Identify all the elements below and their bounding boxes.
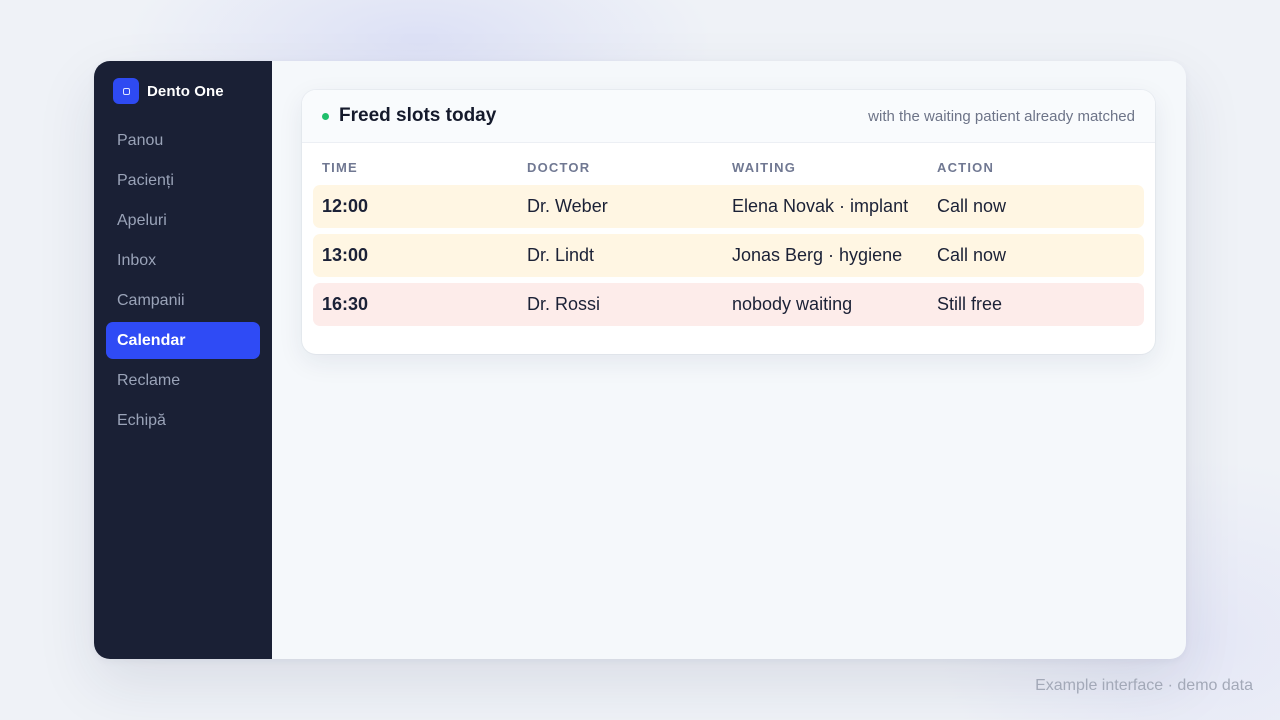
slot-action[interactable]: Still free xyxy=(937,294,1144,315)
slot-doctor: Dr. Rossi xyxy=(527,294,601,314)
slot-waiting: Jonas Berg · hygiene xyxy=(732,245,903,265)
slot-action[interactable]: Call now xyxy=(937,245,1144,266)
slot-doctor: Dr. Lindt xyxy=(527,245,595,265)
status-dot-icon xyxy=(322,112,329,120)
brand-name: Dento One xyxy=(147,82,224,100)
column-header-waiting: WAITING xyxy=(732,159,797,175)
sidebar-item-panou[interactable]: Panou xyxy=(106,122,260,159)
table-row[interactable]: 16:30 Dr. Rossi nobody waiting Still fre… xyxy=(313,283,1144,326)
sidebar-item-apeluri[interactable]: Apeluri xyxy=(106,202,260,239)
slot-waiting: Elena Novak · implant xyxy=(732,196,909,216)
card-subtitle: with the waiting patient already matched xyxy=(868,107,1135,125)
slots-table: TIME DOCTOR WAITING ACTION 12:00 Dr. Web… xyxy=(302,143,1155,354)
freed-slots-card: Freed slots today with the waiting patie… xyxy=(302,90,1155,354)
slot-time: 13:00 xyxy=(322,245,369,265)
table-row[interactable]: 12:00 Dr. Weber Elena Novak · implant Ca… xyxy=(313,185,1144,228)
column-header-doctor: DOCTOR xyxy=(527,159,591,175)
main-content: Freed slots today with the waiting patie… xyxy=(272,61,1186,659)
sidebar-item-calendar[interactable]: Calendar xyxy=(106,322,260,359)
stage: Dento One Panou Pacienți Apeluri Inbox C… xyxy=(0,0,1280,720)
sidebar-nav: Panou Pacienți Apeluri Inbox Campanii Ca… xyxy=(106,122,260,439)
sidebar: Dento One Panou Pacienți Apeluri Inbox C… xyxy=(94,61,272,659)
card-title-group: Freed slots today xyxy=(322,105,496,127)
sidebar-item-inbox[interactable]: Inbox xyxy=(106,242,260,279)
sidebar-item-reclame[interactable]: Reclame xyxy=(106,362,260,399)
card-title: Freed slots today xyxy=(339,105,497,126)
brand[interactable]: Dento One xyxy=(106,78,260,104)
column-header-action: ACTION xyxy=(937,159,995,175)
column-header-time: TIME xyxy=(322,159,358,175)
slot-action[interactable]: Call now xyxy=(937,196,1144,217)
table-row[interactable]: 13:00 Dr. Lindt Jonas Berg · hygiene Cal… xyxy=(313,234,1144,277)
table-header: TIME DOCTOR WAITING ACTION xyxy=(313,155,1144,179)
sidebar-item-echipa[interactable]: Echipă xyxy=(106,402,260,439)
slot-waiting: nobody waiting xyxy=(732,294,853,314)
slot-time: 16:30 xyxy=(322,294,369,314)
sidebar-item-pacienti[interactable]: Pacienți xyxy=(106,162,260,199)
app-window: Dento One Panou Pacienți Apeluri Inbox C… xyxy=(94,61,1186,659)
brand-logo-icon xyxy=(113,78,139,104)
slot-doctor: Dr. Weber xyxy=(527,196,608,216)
sidebar-item-campanii[interactable]: Campanii xyxy=(106,282,260,319)
card-header: Freed slots today with the waiting patie… xyxy=(302,90,1155,143)
footer-note: Example interface · demo data xyxy=(1035,677,1253,694)
slot-time: 12:00 xyxy=(322,196,369,216)
